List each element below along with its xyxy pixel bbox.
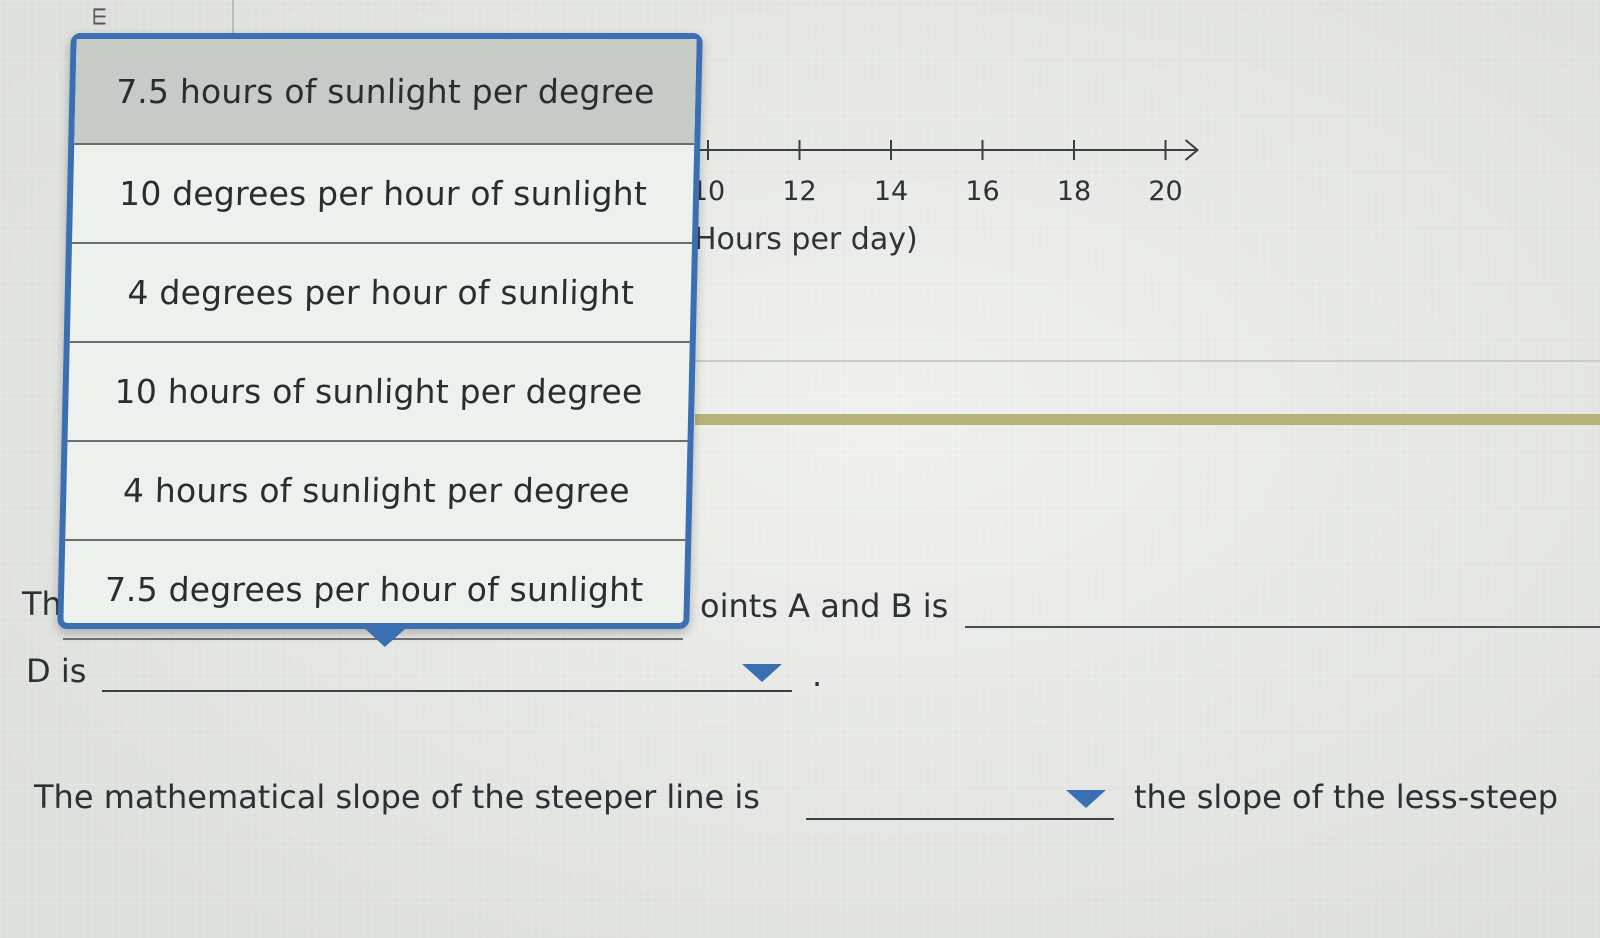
divider xyxy=(690,360,1600,362)
question-text: The mathematical slope of the steeper li… xyxy=(34,778,760,816)
dropdown-menu: 7.5 hours of sunlight per degree 10 degr… xyxy=(57,33,703,647)
edge-icon: ш xyxy=(87,6,113,27)
question-text: D is xyxy=(26,652,87,690)
x-axis: 10 12 14 16 18 20 xyxy=(690,120,1210,210)
tick-label: 20 xyxy=(1148,176,1183,207)
slope-comparison-select[interactable] xyxy=(806,776,1114,820)
dropdown-option[interactable]: 10 hours of sunlight per degree xyxy=(67,343,690,442)
tick-label: 12 xyxy=(782,176,817,207)
chevron-down-icon xyxy=(742,664,782,682)
dropdown-option[interactable]: 4 degrees per hour of sunlight xyxy=(69,244,692,343)
menu-pointer-icon xyxy=(362,627,408,647)
question-text: the slope of the less-steep xyxy=(1134,778,1559,816)
tick-label: 16 xyxy=(965,176,1000,207)
section-divider xyxy=(695,414,1600,425)
period-text: . xyxy=(812,656,823,694)
dropdown-option[interactable]: 10 degrees per hour of sunlight xyxy=(71,145,695,244)
dropdown-option[interactable]: 4 hours of sunlight per degree xyxy=(65,442,688,541)
dropdown-option[interactable]: 7.5 hours of sunlight per degree xyxy=(74,39,697,145)
tick-label: 14 xyxy=(873,176,909,207)
tick-label: 18 xyxy=(1056,176,1092,207)
axis-line xyxy=(690,139,1200,161)
answer-blank xyxy=(965,626,1600,628)
dropdown-option[interactable]: 7.5 degrees per hour of sunlight xyxy=(62,541,686,640)
question-text: oints A and B is xyxy=(700,587,949,625)
divider xyxy=(232,0,234,36)
axis-title: Hours per day) xyxy=(694,222,918,257)
answer-select[interactable] xyxy=(102,650,792,692)
chevron-down-icon xyxy=(1066,790,1106,808)
